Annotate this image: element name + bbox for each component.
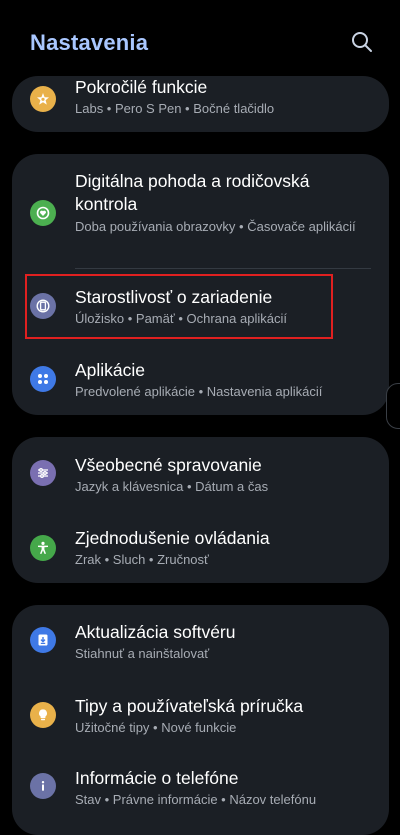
settings-item-subtitle: Užitočné tipy • Nové funkcie xyxy=(75,720,237,735)
edge-panel-handle[interactable] xyxy=(386,383,400,429)
settings-item-title: Digitálna pohoda a rodičovská kontrola xyxy=(75,171,310,214)
divider xyxy=(75,268,371,269)
search-icon[interactable] xyxy=(350,30,374,54)
settings-item-subtitle: Jazyk a klávesnica • Dátum a čas xyxy=(75,479,269,494)
settings-item-subtitle: Doba používania obrazovky • Časovače apl… xyxy=(75,219,356,234)
settings-item-apps[interactable]: Aplikácie Predvolené aplikácie • Nastave… xyxy=(12,344,389,414)
settings-item-title: Tipy a používateľská príručka xyxy=(75,696,304,716)
settings-item-subtitle: Stav • Právne informácie • Názov telefón… xyxy=(75,792,317,807)
settings-item-accessibility[interactable]: Zjednodušenie ovládania Zrak • Sluch • Z… xyxy=(12,511,389,583)
settings-item-title: Informácie o telefóne xyxy=(75,768,239,788)
settings-item-tips-manual[interactable]: Tipy a používateľská príručka Užitočné t… xyxy=(12,679,389,751)
settings-item-title: Aplikácie xyxy=(75,360,146,380)
settings-item-subtitle: Stiahnuť a nainštalovať xyxy=(75,646,210,661)
settings-item-general-management[interactable]: Všeobecné spravovanie Jazyk a klávesnica… xyxy=(12,437,389,509)
settings-item-advanced-features[interactable]: Pokročilé funkcie Labs • Pero S Pen • Bo… xyxy=(12,76,389,132)
page-title: Nastavenia xyxy=(30,30,149,55)
heart-circle-icon xyxy=(30,200,56,226)
settings-item-subtitle: Predvolené aplikácie • Nastavenia apliká… xyxy=(75,384,323,399)
app-header: Nastavenia xyxy=(0,0,400,80)
sliders-icon xyxy=(30,460,56,486)
settings-item-subtitle: Zrak • Sluch • Zručnosť xyxy=(75,552,209,567)
star-plus-icon xyxy=(30,86,56,112)
settings-item-title: Všeobecné spravovanie xyxy=(75,455,262,475)
settings-card-about: Aktualizácia softvéru Stiahnuť a nainšta… xyxy=(12,605,389,835)
settings-item-software-update[interactable]: Aktualizácia softvéru Stiahnuť a nainšta… xyxy=(12,605,389,677)
highlight-box xyxy=(25,274,333,339)
download-icon xyxy=(30,627,56,653)
settings-item-title: Pokročilé funkcie xyxy=(75,77,208,97)
apps-grid-icon xyxy=(30,366,56,392)
settings-card-advanced: Pokročilé funkcie Labs • Pero S Pen • Bo… xyxy=(12,76,389,132)
settings-item-digital-wellbeing[interactable]: Digitálna pohoda a rodičovská kontrola D… xyxy=(12,154,389,264)
settings-item-title: Zjednodušenie ovládania xyxy=(75,528,270,548)
lightbulb-icon xyxy=(30,702,56,728)
settings-item-subtitle: Labs • Pero S Pen • Bočné tlačidlo xyxy=(75,101,275,116)
settings-card-general: Všeobecné spravovanie Jazyk a klávesnica… xyxy=(12,437,389,583)
settings-item-about-phone[interactable]: Informácie o telefóne Stav • Právne info… xyxy=(12,753,389,825)
info-icon xyxy=(30,773,56,799)
settings-item-title: Aktualizácia softvéru xyxy=(75,622,236,642)
accessibility-icon xyxy=(30,535,56,561)
